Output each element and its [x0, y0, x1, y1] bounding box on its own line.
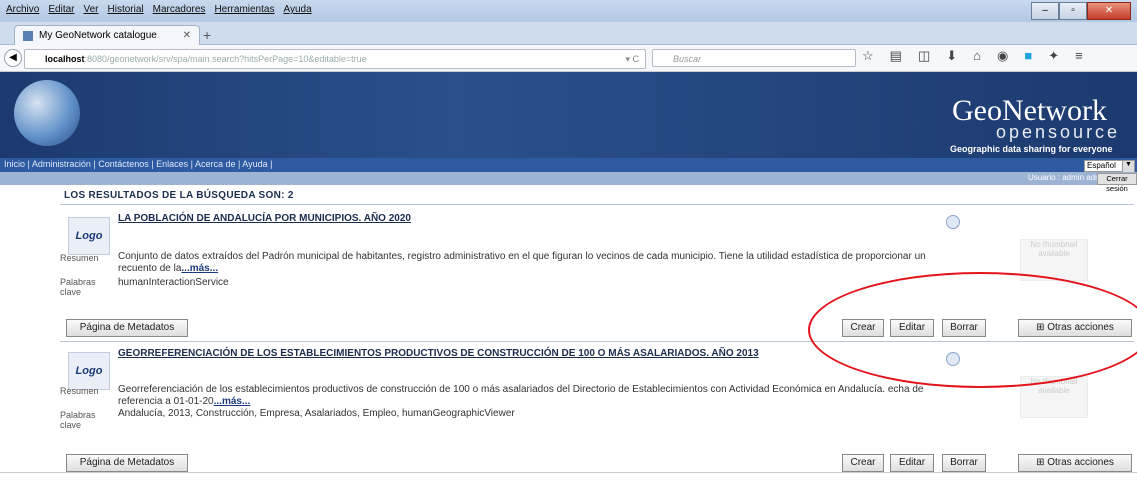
menu-ver[interactable]: Ver — [83, 4, 98, 15]
menu-ayuda[interactable]: Ayuda — [283, 4, 311, 15]
expand-icon: ⊞ — [1036, 457, 1048, 468]
window-controls: – ▫ ✕ — [1031, 2, 1131, 20]
menu-editar[interactable]: Editar — [48, 4, 74, 15]
divider — [0, 472, 1137, 473]
close-window-icon[interactable]: ✕ — [1087, 2, 1131, 20]
record-logo: Logo — [68, 217, 110, 255]
results-title: LOS RESULTADOS DE LA BÚSQUEDA SON: 2 — [64, 190, 294, 201]
new-tab-icon[interactable]: + — [203, 27, 211, 43]
record-keywords: Andalucía, 2013, Construcción, Empresa, … — [118, 408, 515, 419]
browser-tab[interactable]: My GeoNetwork catalogue ✕ — [14, 25, 200, 45]
globe-image — [14, 80, 80, 146]
keywords-label: Palabras clave — [60, 410, 96, 430]
url-path: :8080/geonetwork/srv/spa/main.search?hit… — [84, 54, 367, 64]
toolbar-icons: ☆ ▤ ◫ ⬇ ⌂ ◉ ■ ✦ ≡ — [862, 48, 1083, 64]
record-logo: Logo — [68, 352, 110, 390]
red-annotation-ellipse — [808, 272, 1137, 388]
delete-button[interactable]: Borrar — [942, 454, 986, 472]
record-keywords: humanInteractionService — [118, 277, 229, 288]
more-link[interactable]: ...más... — [214, 396, 251, 407]
menu-archivo[interactable]: Archivo — [6, 4, 39, 15]
user-bar — [0, 172, 1137, 185]
minimize-icon[interactable]: – — [1031, 2, 1059, 20]
menu-marcadores[interactable]: Marcadores — [153, 4, 206, 15]
record-abstract: Conjunto de datos extraídos del Padrón m… — [118, 251, 926, 274]
sync-icon[interactable]: ◉ — [997, 48, 1008, 64]
metadata-page-button[interactable]: Página de Metadatos — [66, 454, 188, 472]
pocket-icon[interactable]: ◫ — [918, 48, 930, 64]
abstract-label: Resumen — [60, 253, 99, 263]
extension-icon[interactable]: ■ — [1024, 48, 1032, 64]
metadata-page-button[interactable]: Página de Metadatos — [66, 319, 188, 337]
other-actions-button[interactable]: ⊞ Otras acciones — [1018, 454, 1132, 472]
create-button[interactable]: Crear — [842, 454, 884, 472]
top-nav-links[interactable]: Inicio | Administración | Contáctenos | … — [4, 159, 273, 169]
opensource-logo: opensource — [996, 122, 1121, 142]
reload-icon[interactable]: ▾ C — [625, 50, 639, 68]
tab-title: My GeoNetwork catalogue — [39, 30, 157, 41]
menu-historial[interactable]: Historial — [108, 4, 144, 15]
search-input[interactable]: Buscar — [652, 49, 856, 67]
maximize-icon[interactable]: ▫ — [1059, 2, 1087, 20]
menu-icon[interactable]: ≡ — [1075, 48, 1083, 64]
page-favicon-icon — [23, 30, 33, 41]
menu-bar: Archivo Editar Ver Historial Marcadores … — [6, 4, 312, 15]
language-select[interactable]: Español — [1084, 160, 1124, 172]
bookmark-star-icon[interactable]: ☆ — [862, 48, 874, 64]
edit-button[interactable]: Editar — [890, 454, 934, 472]
record-title[interactable]: GEORREFERENCIACIÓN DE LOS ESTABLECIMIENT… — [118, 348, 759, 359]
close-tab-icon[interactable]: ✕ — [183, 30, 191, 41]
more-link[interactable]: ...más... — [181, 263, 218, 274]
logout-button[interactable]: Cerrar sesión — [1097, 173, 1137, 193]
record-abstract: Georreferenciación de los establecimient… — [118, 384, 924, 407]
home-icon[interactable]: ⌂ — [973, 48, 981, 64]
url-host: localhost — [45, 54, 85, 64]
back-icon[interactable]: ◀ — [4, 49, 22, 67]
record-title[interactable]: LA POBLACIÓN DE ANDALUCÍA POR MUNICIPIOS… — [118, 213, 411, 224]
keywords-label: Palabras clave — [60, 277, 96, 297]
addon-icon[interactable]: ✦ — [1048, 48, 1059, 64]
select-record-icon[interactable] — [946, 215, 960, 229]
url-field[interactable]: localhost:8080/geonetwork/srv/spa/main.s… — [24, 49, 646, 69]
reading-list-icon[interactable]: ▤ — [890, 48, 902, 64]
abstract-label: Resumen — [60, 386, 99, 396]
download-icon[interactable]: ⬇ — [946, 48, 957, 64]
banner-tagline: Geographic data sharing for everyone — [950, 144, 1113, 154]
menu-herramientas[interactable]: Herramientas — [214, 4, 274, 15]
